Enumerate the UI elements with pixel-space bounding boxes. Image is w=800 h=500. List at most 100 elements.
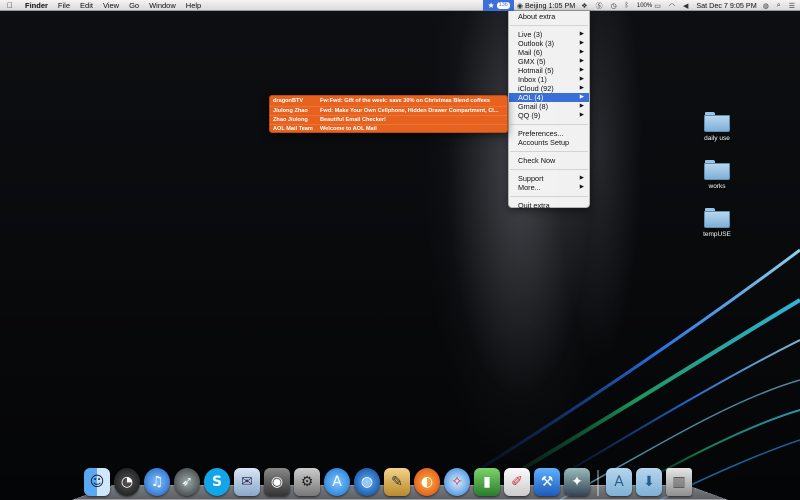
- menu-separator: [510, 196, 588, 197]
- account-label: Gmail (8): [518, 102, 548, 111]
- safari-icon[interactable]: ✧: [444, 468, 470, 496]
- message-subject: Fwd: Make Your Own Cellphone, Hidden Dra…: [320, 108, 499, 114]
- star-icon: ★: [487, 1, 495, 10]
- submenu-arrow-icon: ▶: [579, 94, 584, 100]
- submenu-arrow-icon: ▶: [579, 49, 584, 55]
- skype-icon[interactable]: S: [204, 468, 230, 496]
- desktop-folder-works[interactable]: works: [692, 160, 742, 190]
- skype-status[interactable]: Ⓢ: [593, 1, 608, 11]
- list-item[interactable]: AOL Mail Team Welcome to AOL Mail: [270, 124, 507, 133]
- account-label: Mail (6): [518, 48, 543, 57]
- wifi-status[interactable]: ◠: [666, 2, 680, 10]
- trash-icon[interactable]: ▥: [666, 468, 692, 496]
- desktop-folder-daily-use[interactable]: daily use: [692, 112, 742, 142]
- menu-separator: [510, 169, 588, 170]
- textedit-icon[interactable]: ✐: [504, 468, 530, 496]
- account-inbox[interactable]: Inbox (1) ▶: [509, 75, 589, 84]
- xcode-tools-icon[interactable]: ⚒: [534, 468, 560, 496]
- world-clock-label: Beijing 1:05 PM: [524, 1, 576, 10]
- globe-icon: ◉: [516, 2, 523, 10]
- menubar-clock[interactable]: Sat Dec 7 9:05 PM: [693, 1, 759, 10]
- extra-dropdown-menu: About extra Live (3) ▶ Outlook (3) ▶ Mail …: [508, 11, 590, 210]
- folder-label: works: [708, 183, 726, 190]
- menu-item-label: More...: [518, 183, 541, 192]
- spotlight-search-icon: ⌕: [776, 1, 781, 9]
- menu-file[interactable]: File: [53, 0, 75, 11]
- world-clock-status[interactable]: ◉ Beijing 1:05 PM: [514, 1, 578, 10]
- user-icon: ◍: [762, 2, 769, 10]
- list-item[interactable]: dragonBTV Fw:Fwd: Gift of the week: save…: [270, 97, 507, 106]
- dock-separator: [597, 470, 599, 496]
- battery-percent: 100%: [636, 2, 653, 9]
- launchpad-icon[interactable]: ➶: [174, 468, 200, 496]
- menu-item-check-now[interactable]: Check Now: [509, 156, 589, 165]
- account-label: iCloud (92): [518, 84, 554, 93]
- menu-item-accounts-setup[interactable]: Accounts Setup: [509, 138, 589, 147]
- app-store-icon[interactable]: A: [324, 468, 350, 496]
- menu-go[interactable]: Go: [124, 0, 144, 11]
- account-mail[interactable]: Mail (6) ▶: [509, 48, 589, 57]
- submenu-arrow-icon: ▶: [579, 31, 584, 37]
- account-gmail[interactable]: Gmail (8) ▶: [509, 102, 589, 111]
- menu-item-quit[interactable]: Quit extra: [509, 201, 589, 210]
- menu-item-about[interactable]: About extra: [509, 12, 589, 21]
- submenu-arrow-icon: ▶: [579, 184, 584, 190]
- apple-menu-icon[interactable]: : [0, 1, 20, 10]
- mail-icon[interactable]: ✉: [234, 468, 260, 496]
- volume-status[interactable]: ◀: [680, 2, 693, 10]
- menu-edit[interactable]: Edit: [75, 0, 98, 11]
- folder-icon: [704, 160, 730, 180]
- dropbox-status[interactable]: ❖: [578, 2, 592, 10]
- screen-recorder-icon[interactable]: ◉: [264, 468, 290, 496]
- list-item[interactable]: Jiulong Zhao Fwd: Make Your Own Cellphon…: [270, 106, 507, 115]
- user-status[interactable]: ◍: [760, 2, 774, 10]
- bluetooth-status[interactable]: ᛒ: [622, 2, 634, 9]
- time-machine-icon: ◷: [610, 2, 617, 10]
- menu-help[interactable]: Help: [181, 0, 206, 11]
- account-label: Live (3): [518, 30, 543, 39]
- menu-window[interactable]: Window: [144, 0, 181, 11]
- downloads-folder-icon[interactable]: ⬇: [636, 468, 662, 496]
- dashboard-icon[interactable]: ◔: [114, 468, 140, 496]
- menu-view[interactable]: View: [98, 0, 124, 11]
- finder-icon[interactable]: ☺: [84, 468, 110, 496]
- notification-center-status[interactable]: ☰: [786, 2, 800, 10]
- system-preferences-icon[interactable]: ⚙: [294, 468, 320, 496]
- account-hotmail[interactable]: Hotmail (5) ▶: [509, 66, 589, 75]
- list-item[interactable]: Zhao Jiulong Beautiful Email Checker!: [270, 115, 507, 124]
- account-icloud[interactable]: iCloud (92) ▶: [509, 84, 589, 93]
- account-live[interactable]: Live (3) ▶: [509, 30, 589, 39]
- account-outlook[interactable]: Outlook (3) ▶: [509, 39, 589, 48]
- folder-label: daily use: [704, 135, 730, 142]
- menu-separator: [510, 25, 588, 26]
- instruments-icon[interactable]: ✦: [564, 468, 590, 496]
- submenu-arrow-icon: ▶: [579, 58, 584, 64]
- itunes-icon[interactable]: ♫: [144, 468, 170, 496]
- account-aol[interactable]: AOL (4) ▶: [509, 93, 589, 102]
- extra-status-item[interactable]: ★ 136: [483, 0, 514, 11]
- menu-item-support[interactable]: Support ▶: [509, 174, 589, 183]
- menu-separator: [510, 151, 588, 152]
- applications-folder-icon[interactable]: A: [606, 468, 632, 496]
- spotlight-status[interactable]: ⌕: [774, 2, 786, 10]
- menu-item-preferences[interactable]: Preferences...: [509, 129, 589, 138]
- xcode-icon[interactable]: ✎: [384, 468, 410, 496]
- activity-monitor-icon[interactable]: ▮: [474, 468, 500, 496]
- desktop-folder-tempuse[interactable]: tempUSE: [692, 208, 742, 238]
- volume-icon: ◀: [682, 2, 689, 10]
- bluetooth-icon: ᛒ: [624, 2, 629, 9]
- skype-status-icon: Ⓢ: [595, 2, 603, 10]
- menu-item-more[interactable]: More... ▶: [509, 183, 589, 192]
- time-machine-status[interactable]: ◷: [608, 2, 622, 10]
- wifi-icon: ◠: [668, 2, 675, 10]
- app-menu-finder[interactable]: Finder: [20, 0, 53, 11]
- google-earth-icon[interactable]: ◍: [354, 468, 380, 496]
- account-qq[interactable]: QQ (9) ▶: [509, 111, 589, 120]
- menu-separator: [510, 124, 588, 125]
- submenu-arrow-icon: ▶: [579, 40, 584, 46]
- account-gmx[interactable]: GMX (5) ▶: [509, 57, 589, 66]
- firefox-icon[interactable]: ◐: [414, 468, 440, 496]
- battery-status[interactable]: 100% ▭: [634, 2, 666, 10]
- submenu-arrow-icon: ▶: [579, 85, 584, 91]
- status-area: ★ 136 ◉ Beijing 1:05 PM ❖ Ⓢ ◷ ᛒ 100% ▭ ◠…: [483, 0, 800, 11]
